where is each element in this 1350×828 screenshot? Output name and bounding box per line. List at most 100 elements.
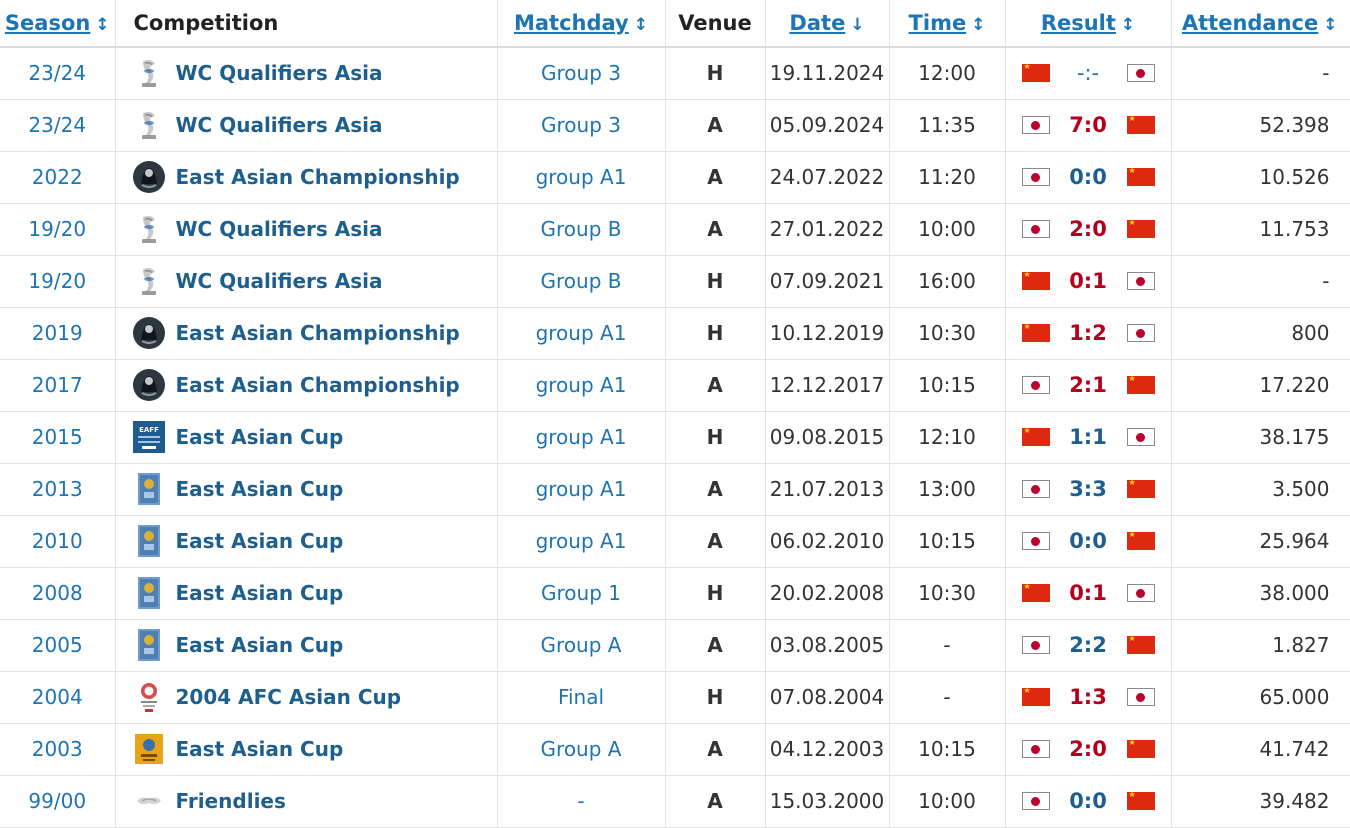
competition-link[interactable]: Friendlies [176, 789, 286, 813]
japan-flag-icon [1126, 64, 1155, 83]
match-result-link[interactable]: 1:2 [1058, 321, 1118, 345]
sort-updown-icon[interactable]: ↕ [634, 15, 648, 35]
season-cell[interactable]: 2019 [0, 307, 116, 360]
competition-cell[interactable]: East Asian Championship [115, 307, 498, 360]
competition-cell[interactable]: East Asian Cup [115, 723, 498, 776]
sort-down-icon[interactable]: ↓ [850, 15, 864, 35]
wc-qualifiers-icon [132, 212, 166, 246]
sort-attendance-link[interactable]: Attendance [1182, 11, 1318, 35]
header-time[interactable]: Time ↕ [889, 0, 1006, 48]
sort-season-link[interactable]: Season [5, 11, 90, 35]
header-competition: Competition [115, 0, 498, 48]
competition-link[interactable]: East Asian Cup [176, 477, 344, 501]
header-matchday[interactable]: Matchday ↕ [497, 0, 666, 48]
competition-cell[interactable]: East Asian Championship [115, 151, 498, 204]
time-cell: 10:15 [889, 723, 1006, 776]
japan-flag-icon [1021, 220, 1050, 238]
venue-cell: H [665, 567, 766, 620]
result-cell: 0:0 [1005, 515, 1172, 568]
season-cell[interactable]: 2003 [0, 723, 116, 776]
match-result-link[interactable]: 1:1 [1058, 425, 1118, 449]
date-cell: 06.02.2010 [765, 515, 890, 568]
wc-qualifiers-icon [132, 56, 166, 90]
sort-updown-icon[interactable]: ↕ [1121, 15, 1135, 35]
competition-cell[interactable]: East Asian Championship [115, 359, 498, 412]
sort-result-link[interactable]: Result [1041, 11, 1116, 35]
header-season[interactable]: Season ↕ [0, 0, 116, 48]
season-cell[interactable]: 2015 [0, 411, 116, 464]
match-result-link[interactable]: -:- [1058, 61, 1118, 85]
competition-cell[interactable]: WC Qualifiers Asia [115, 255, 498, 308]
match-result-link[interactable]: 2:1 [1058, 373, 1118, 397]
sort-time-link[interactable]: Time [909, 11, 967, 35]
competition-link[interactable]: East Asian Championship [176, 373, 460, 397]
match-result-link[interactable]: 1:3 [1058, 685, 1118, 709]
competition-link[interactable]: East Asian Cup [176, 425, 344, 449]
sort-matchday-link[interactable]: Matchday [514, 11, 629, 35]
venue-cell: A [665, 151, 766, 204]
season-cell[interactable]: 2022 [0, 151, 116, 204]
competition-cell[interactable]: WC Qualifiers Asia [115, 99, 498, 152]
season-cell[interactable]: 2005 [0, 619, 116, 672]
competition-cell[interactable]: Friendlies [115, 775, 498, 828]
competition-link[interactable]: East Asian Cup [176, 581, 344, 605]
match-result-link[interactable]: 0:1 [1058, 581, 1118, 605]
season-cell[interactable]: 23/24 [0, 99, 116, 152]
season-cell[interactable]: 2010 [0, 515, 116, 568]
competition-cell[interactable]: East Asian Cup [115, 515, 498, 568]
attendance-cell: 38.175 [1171, 411, 1350, 464]
season-cell[interactable]: 99/00 [0, 775, 116, 828]
header-date[interactable]: Date ↓ [765, 0, 890, 48]
table-row: 99/00 Friendlies - A 15.03.2000 10:00 0:… [0, 775, 1350, 828]
result-cell: 1:3 [1005, 671, 1172, 724]
sort-updown-icon[interactable]: ↕ [95, 15, 109, 35]
competition-link[interactable]: WC Qualifiers Asia [176, 61, 383, 85]
competition-link[interactable]: East Asian Cup [176, 529, 344, 553]
season-cell[interactable]: 2008 [0, 567, 116, 620]
match-result-link[interactable]: 0:0 [1058, 165, 1118, 189]
sort-date-link[interactable]: Date [789, 11, 845, 35]
competition-link[interactable]: East Asian Championship [176, 321, 460, 345]
season-cell[interactable]: 2013 [0, 463, 116, 516]
table-row: 2013 East Asian Cup group A1 A 21.07.201… [0, 463, 1350, 516]
competition-link[interactable]: WC Qualifiers Asia [176, 217, 383, 241]
competition-cell[interactable]: East Asian Cup [115, 567, 498, 620]
japan-flag-icon [1126, 272, 1155, 290]
competition-cell[interactable]: EAFF East Asian Cup [115, 411, 498, 464]
match-result-link[interactable]: 0:0 [1058, 789, 1118, 813]
table-row: 2005 East Asian Cup Group A A 03.08.2005… [0, 619, 1350, 672]
competition-link[interactable]: 2004 AFC Asian Cup [176, 685, 402, 709]
china-flag-icon [1126, 790, 1155, 810]
time-cell: 13:00 [889, 463, 1006, 516]
competition-link[interactable]: WC Qualifiers Asia [176, 269, 383, 293]
match-result-link[interactable]: 3:3 [1058, 477, 1118, 501]
venue-cell: A [665, 515, 766, 568]
match-result-link[interactable]: 2:2 [1058, 633, 1118, 657]
header-attendance[interactable]: Attendance ↕ [1171, 0, 1350, 48]
competition-link[interactable]: East Asian Cup [176, 633, 344, 657]
competition-cell[interactable]: East Asian Cup [115, 463, 498, 516]
competition-link[interactable]: WC Qualifiers Asia [176, 113, 383, 137]
venue-cell: A [665, 723, 766, 776]
matchday-cell: Group A [497, 723, 666, 776]
season-cell[interactable]: 19/20 [0, 203, 116, 256]
competition-cell[interactable]: WC Qualifiers Asia [115, 47, 498, 100]
season-cell[interactable]: 2017 [0, 359, 116, 412]
season-cell[interactable]: 23/24 [0, 47, 116, 100]
competition-link[interactable]: East Asian Cup [176, 737, 344, 761]
header-result[interactable]: Result ↕ [1005, 0, 1172, 48]
match-result-link[interactable]: 0:0 [1058, 529, 1118, 553]
match-result-link[interactable]: 2:0 [1058, 217, 1118, 241]
competition-cell[interactable]: 2004 AFC Asian Cup [115, 671, 498, 724]
competition-cell[interactable]: WC Qualifiers Asia [115, 203, 498, 256]
match-result-link[interactable]: 7:0 [1058, 113, 1118, 137]
sort-updown-icon[interactable]: ↕ [971, 15, 985, 35]
competition-link[interactable]: East Asian Championship [176, 165, 460, 189]
season-cell[interactable]: 19/20 [0, 255, 116, 308]
sort-updown-icon[interactable]: ↕ [1323, 15, 1337, 35]
match-result-link[interactable]: 2:0 [1058, 737, 1118, 761]
match-result-link[interactable]: 0:1 [1058, 269, 1118, 293]
competition-cell[interactable]: East Asian Cup [115, 619, 498, 672]
season-cell[interactable]: 2004 [0, 671, 116, 724]
date-cell: 09.08.2015 [765, 411, 890, 464]
